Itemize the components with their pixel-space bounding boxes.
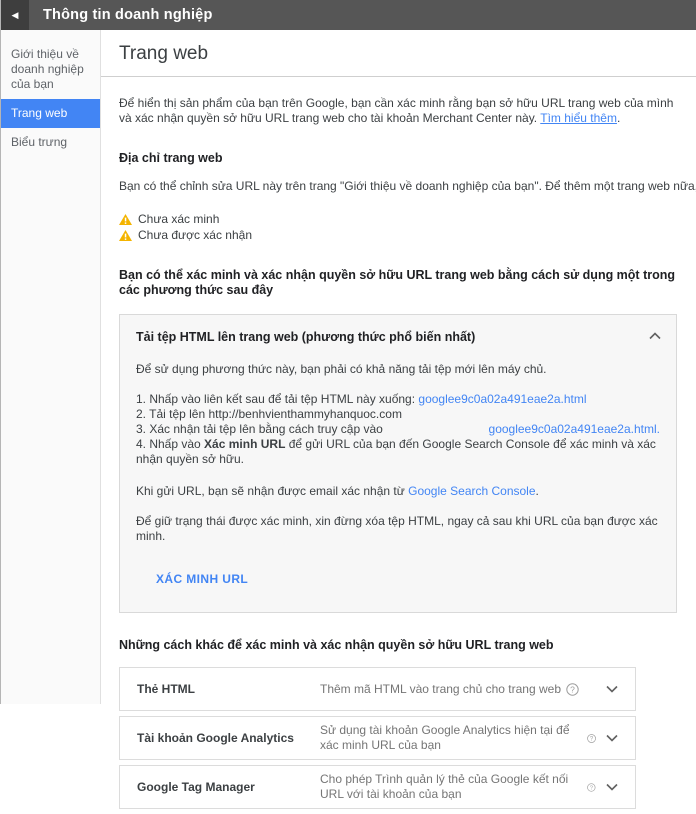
chevron-down-icon <box>606 685 618 693</box>
chevron-down-icon <box>606 734 618 742</box>
email-note-text: Khi gửi URL, bạn sẽ nhận được email xác … <box>136 484 408 498</box>
address-line: Bạn có thể chỉnh sửa URL này trên trang … <box>119 179 677 194</box>
page-title: Trang web <box>119 43 676 65</box>
email-note-suffix: . <box>536 484 539 498</box>
header-bar: ◀ Thông tin doanh nghiệp <box>1 0 696 30</box>
accordion-description: Thêm mã HTML vào trang chủ cho trang web… <box>320 682 596 697</box>
accordion-description-text: Thêm mã HTML vào trang chủ cho trang web <box>320 682 561 697</box>
intro-suffix: . <box>617 111 620 125</box>
email-note: Khi gửi URL, bạn sẽ nhận được email xác … <box>136 484 660 499</box>
learn-more-link[interactable]: Tìm hiểu thêm <box>540 111 617 125</box>
sidebar-item-website[interactable]: Trang web <box>1 99 100 128</box>
accordion-label: Thẻ HTML <box>137 682 320 697</box>
search-console-link[interactable]: Google Search Console <box>408 484 535 498</box>
address-heading: Địa chỉ trang web <box>119 151 677 166</box>
step-upload-file: 2. Tải tệp lên http://benhvienthammyhanq… <box>136 407 660 422</box>
help-icon[interactable]: ? <box>587 732 596 745</box>
main-content: Trang web Để hiển thị sản phẩm của bạn t… <box>101 30 696 704</box>
html-upload-method-panel: Tải tệp HTML lên trang web (phương thức … <box>119 314 677 613</box>
uploaded-file-link[interactable]: googlee9c0a02a491eae2a.html. <box>489 422 660 437</box>
warning-icon <box>119 230 132 241</box>
panel-intro: Để sử dụng phương thức này, bạn phải có … <box>136 362 660 377</box>
step-download-file: 1. Nhấp vào liên kết sau để tải tệp HTML… <box>136 392 660 407</box>
status-label: Chưa xác minh <box>138 212 219 227</box>
step-text: 3. Xác nhận tải tệp lên bằng cách truy c… <box>136 422 383 437</box>
verification-steps: 1. Nhấp vào liên kết sau để tải tệp HTML… <box>136 392 660 467</box>
help-icon[interactable]: ? <box>566 683 579 696</box>
step-text: 4. Nhấp vào <box>136 437 204 451</box>
status-row-not-claimed: Chưa được xác nhận <box>119 227 677 243</box>
expand-button[interactable] <box>606 783 618 791</box>
status-list: Chưa xác minh Chưa được xác nhận <box>119 211 677 243</box>
accordion-description: Cho phép Trình quản lý thẻ của Google kế… <box>320 772 596 802</box>
verify-url-button[interactable]: XÁC MINH URL <box>148 566 256 592</box>
status-label: Chưa được xác nhận <box>138 228 252 243</box>
accordion-google-tag-manager[interactable]: Google Tag Manager Cho phép Trình quản l… <box>119 765 636 809</box>
sidebar: Giới thiệu về doanh nghiệp của bạn Trang… <box>1 30 101 704</box>
address-text: Bạn có thể chỉnh sửa URL này trên trang … <box>119 179 696 193</box>
accordion-description: Sử dụng tài khoản Google Analytics hiện … <box>320 723 596 753</box>
keep-file-note: Để giữ trạng thái được xác minh, xin đừn… <box>136 514 660 544</box>
sidebar-item-about-business[interactable]: Giới thiệu về doanh nghiệp của bạn <box>1 40 100 99</box>
warning-icon <box>119 214 132 225</box>
step-click-verify: 4. Nhấp vào Xác minh URL để gửi URL của … <box>136 437 660 467</box>
step-bold-text: Xác minh URL <box>204 437 285 451</box>
collapse-panel-button[interactable] <box>649 329 661 344</box>
accordion-label: Tài khoản Google Analytics <box>137 731 320 746</box>
svg-text:?: ? <box>590 736 594 742</box>
step-text: 1. Nhấp vào liên kết sau để tải tệp HTML… <box>136 392 418 406</box>
merchant-center-business-info-page: ◀ Thông tin doanh nghiệp Giới thiệu về d… <box>1 0 696 704</box>
step-confirm-upload: 3. Xác nhận tải tệp lên bằng cách truy c… <box>136 422 660 437</box>
accordion-description-text: Cho phép Trình quản lý thẻ của Google kế… <box>320 772 582 802</box>
other-methods-list: Thẻ HTML Thêm mã HTML vào trang chủ cho … <box>119 667 636 809</box>
svg-text:?: ? <box>590 785 593 791</box>
accordion-html-tag[interactable]: Thẻ HTML Thêm mã HTML vào trang chủ cho … <box>119 667 636 711</box>
status-row-not-verified: Chưa xác minh <box>119 211 677 227</box>
accordion-description-text: Sử dụng tài khoản Google Analytics hiện … <box>320 723 582 753</box>
chevron-up-icon <box>649 332 661 340</box>
expand-button[interactable] <box>606 734 618 742</box>
back-button[interactable]: ◀ <box>1 0 29 30</box>
page-header-title: Thông tin doanh nghiệp <box>29 0 213 30</box>
sidebar-item-logo[interactable]: Biểu trưng <box>1 128 100 157</box>
accordion-label: Google Tag Manager <box>137 780 320 795</box>
panel-title: Tải tệp HTML lên trang web (phương thức … <box>136 330 660 345</box>
other-methods-heading: Những cách khác để xác minh và xác nhận … <box>119 638 677 653</box>
step-text: 2. Tải tệp lên http://benhvienthammyhanq… <box>136 407 402 421</box>
download-html-file-link[interactable]: googlee9c0a02a491eae2a.html <box>418 392 586 406</box>
expand-button[interactable] <box>606 685 618 693</box>
svg-text:?: ? <box>570 684 575 694</box>
help-icon[interactable]: ? <box>587 781 596 794</box>
chevron-down-icon <box>606 783 618 791</box>
methods-heading: Bạn có thể xác minh và xác nhận quyền sở… <box>119 268 677 298</box>
back-arrow-icon: ◀ <box>12 10 19 21</box>
accordion-google-analytics[interactable]: Tài khoản Google Analytics Sử dụng tài k… <box>119 716 636 760</box>
intro-paragraph: Để hiển thị sản phẩm của bạn trên Google… <box>119 96 677 126</box>
